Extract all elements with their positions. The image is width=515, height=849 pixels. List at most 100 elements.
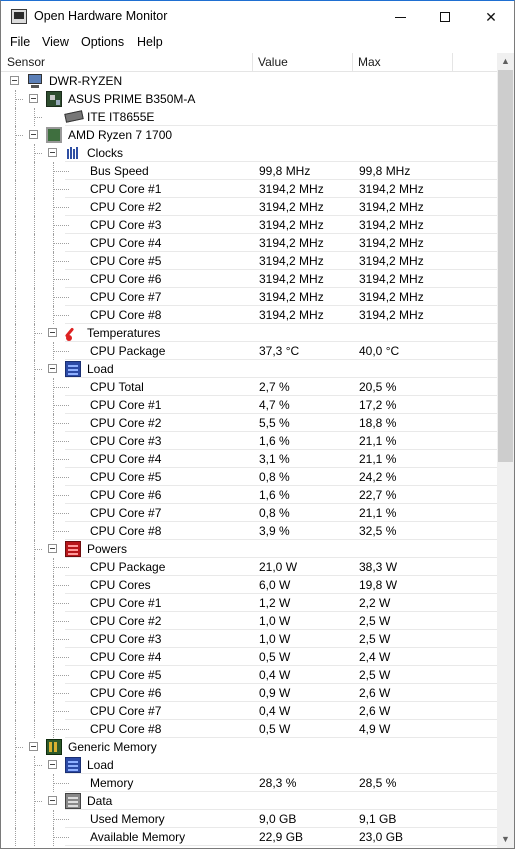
sensor-row[interactable]: CPU Core #8 0,5 W 4,9 W	[1, 720, 497, 738]
tree-connector	[53, 693, 69, 694]
scroll-up-arrow-icon[interactable]: ▲	[497, 53, 514, 70]
sensor-row[interactable]: CPU Core #4 0,5 W 2,4 W	[1, 648, 497, 666]
sensor-row[interactable]: CPU Core #3 1,6 % 21,1 %	[1, 432, 497, 450]
collapse-toggle-icon[interactable]	[48, 796, 57, 805]
sensor-value: 0,8 %	[259, 470, 290, 484]
sensor-row[interactable]: Memory 28,3 % 28,5 %	[1, 774, 497, 792]
sensor-row[interactable]: CPU Core #4 3,1 % 21,1 %	[1, 450, 497, 468]
tree-connector	[34, 792, 35, 810]
menu-options[interactable]: Options	[81, 35, 124, 49]
monitor-app-icon	[11, 9, 27, 24]
sensor-row[interactable]: CPU Core #7 0,8 % 21,1 %	[1, 504, 497, 522]
tree-node-power[interactable]: Powers	[1, 540, 497, 558]
sensor-row[interactable]: CPU Package 37,3 °C 40,0 °C	[1, 342, 497, 360]
tree-connector	[53, 207, 69, 208]
scroll-thumb[interactable]	[498, 70, 513, 462]
sensor-row[interactable]: CPU Core #1 1,2 W 2,2 W	[1, 594, 497, 612]
close-button[interactable]: ✕	[468, 1, 514, 33]
tree-node-board[interactable]: ASUS PRIME B350M-A	[1, 90, 497, 108]
sensor-row[interactable]: CPU Core #7 0,4 W 2,6 W	[1, 702, 497, 720]
collapse-toggle-icon[interactable]	[48, 148, 57, 157]
maximize-button[interactable]	[422, 1, 468, 33]
sensor-name: CPU Total	[90, 380, 144, 394]
sensor-row[interactable]: CPU Package 21,0 W 38,3 W	[1, 558, 497, 576]
tree-connector	[34, 594, 35, 612]
column-divider[interactable]	[452, 53, 453, 72]
sensor-row[interactable]: CPU Core #7 3194,2 MHz 3194,2 MHz	[1, 288, 497, 306]
vertical-scrollbar[interactable]: ▲ ▼	[497, 53, 514, 848]
tree-node-data[interactable]: Data	[1, 792, 497, 810]
sensor-row[interactable]: Bus Speed 99,8 MHz 99,8 MHz	[1, 162, 497, 180]
sensor-row[interactable]: CPU Core #5 3194,2 MHz 3194,2 MHz	[1, 252, 497, 270]
sensor-row[interactable]: CPU Cores 6,0 W 19,8 W	[1, 576, 497, 594]
sensor-row[interactable]: CPU Core #2 5,5 % 18,8 %	[1, 414, 497, 432]
scroll-down-arrow-icon[interactable]: ▼	[497, 831, 514, 848]
tree-node-load[interactable]: Load	[1, 756, 497, 774]
tree-connector	[34, 648, 35, 666]
tree-connector	[53, 405, 69, 406]
collapse-toggle-icon[interactable]	[29, 94, 38, 103]
tree-node-cpu[interactable]: AMD Ryzen 7 1700	[1, 126, 497, 144]
column-divider[interactable]	[352, 53, 353, 72]
tree-connector	[34, 612, 35, 630]
collapse-toggle-icon[interactable]	[29, 742, 38, 751]
sensor-row[interactable]: CPU Core #2 1,0 W 2,5 W	[1, 612, 497, 630]
tree-connector	[34, 558, 35, 576]
tree-connector	[34, 765, 42, 766]
tree-connector	[53, 468, 54, 486]
tree-node-temp[interactable]: Temperatures	[1, 324, 497, 342]
tree-connector	[15, 720, 16, 738]
sensor-row[interactable]: CPU Core #2 3194,2 MHz 3194,2 MHz	[1, 198, 497, 216]
tree-node-computer[interactable]: DWR-RYZEN	[1, 72, 497, 90]
sensor-row[interactable]: CPU Core #4 3194,2 MHz 3194,2 MHz	[1, 234, 497, 252]
collapse-toggle-icon[interactable]	[29, 130, 38, 139]
tree-connector	[15, 252, 16, 270]
sensor-row[interactable]: Used Memory 9,0 GB 9,1 GB	[1, 810, 497, 828]
menu-help[interactable]: Help	[137, 35, 163, 49]
tree-connector	[34, 801, 42, 802]
column-divider[interactable]	[252, 53, 253, 72]
collapse-toggle-icon[interactable]	[10, 76, 19, 85]
sensor-name: CPU Package	[90, 560, 166, 574]
column-value[interactable]: Value	[258, 55, 288, 69]
sensor-row[interactable]: CPU Core #5 0,4 W 2,5 W	[1, 666, 497, 684]
power-icon	[65, 541, 81, 557]
collapse-toggle-icon[interactable]	[48, 328, 57, 337]
menu-file[interactable]: File	[10, 35, 30, 49]
sensor-row[interactable]: CPU Core #3 3194,2 MHz 3194,2 MHz	[1, 216, 497, 234]
tree-connector	[53, 243, 69, 244]
collapse-toggle-icon[interactable]	[48, 544, 57, 553]
sensor-row[interactable]: CPU Core #5 0,8 % 24,2 %	[1, 468, 497, 486]
sensor-row[interactable]: CPU Total 2,7 % 20,5 %	[1, 378, 497, 396]
title-bar[interactable]: Open Hardware Monitor ✕	[1, 1, 514, 33]
column-max[interactable]: Max	[358, 55, 381, 69]
tree-connector	[53, 279, 69, 280]
node-label: DWR-RYZEN	[49, 74, 123, 88]
column-sensor[interactable]: Sensor	[7, 55, 45, 69]
sensor-row[interactable]: CPU Core #8 3194,2 MHz 3194,2 MHz	[1, 306, 497, 324]
tree-node-chip[interactable]: ITE IT8655E	[1, 108, 497, 126]
sensor-row[interactable]: CPU Core #3 1,0 W 2,5 W	[1, 630, 497, 648]
sensor-row[interactable]: CPU Core #6 1,6 % 22,7 %	[1, 486, 497, 504]
tree-node-load[interactable]: Load	[1, 360, 497, 378]
tree-connector	[34, 549, 42, 550]
sensor-row[interactable]: Available Memory 22,9 GB 23,0 GB	[1, 828, 497, 846]
tree-node-memory[interactable]: Generic Memory	[1, 738, 497, 756]
sensor-row[interactable]: CPU Core #6 0,9 W 2,6 W	[1, 684, 497, 702]
sensor-value: 0,5 W	[259, 722, 291, 736]
sensor-row[interactable]: CPU Core #6 3194,2 MHz 3194,2 MHz	[1, 270, 497, 288]
sensor-row[interactable]: CPU Core #1 3194,2 MHz 3194,2 MHz	[1, 180, 497, 198]
sensor-name: CPU Cores	[90, 578, 151, 592]
menu-view[interactable]: View	[42, 35, 69, 49]
sensor-row[interactable]: CPU Core #8 3,9 % 32,5 %	[1, 522, 497, 540]
tree-connector	[15, 774, 16, 792]
minimize-button[interactable]	[377, 1, 423, 33]
sensor-name: CPU Core #8	[90, 722, 162, 736]
collapse-toggle-icon[interactable]	[48, 364, 57, 373]
collapse-toggle-icon[interactable]	[48, 760, 57, 769]
tree-node-clock[interactable]: Clocks	[1, 144, 497, 162]
tree-connector	[53, 441, 69, 442]
tree-connector	[53, 810, 54, 828]
tree-connector	[15, 99, 23, 100]
sensor-row[interactable]: CPU Core #1 4,7 % 17,2 %	[1, 396, 497, 414]
